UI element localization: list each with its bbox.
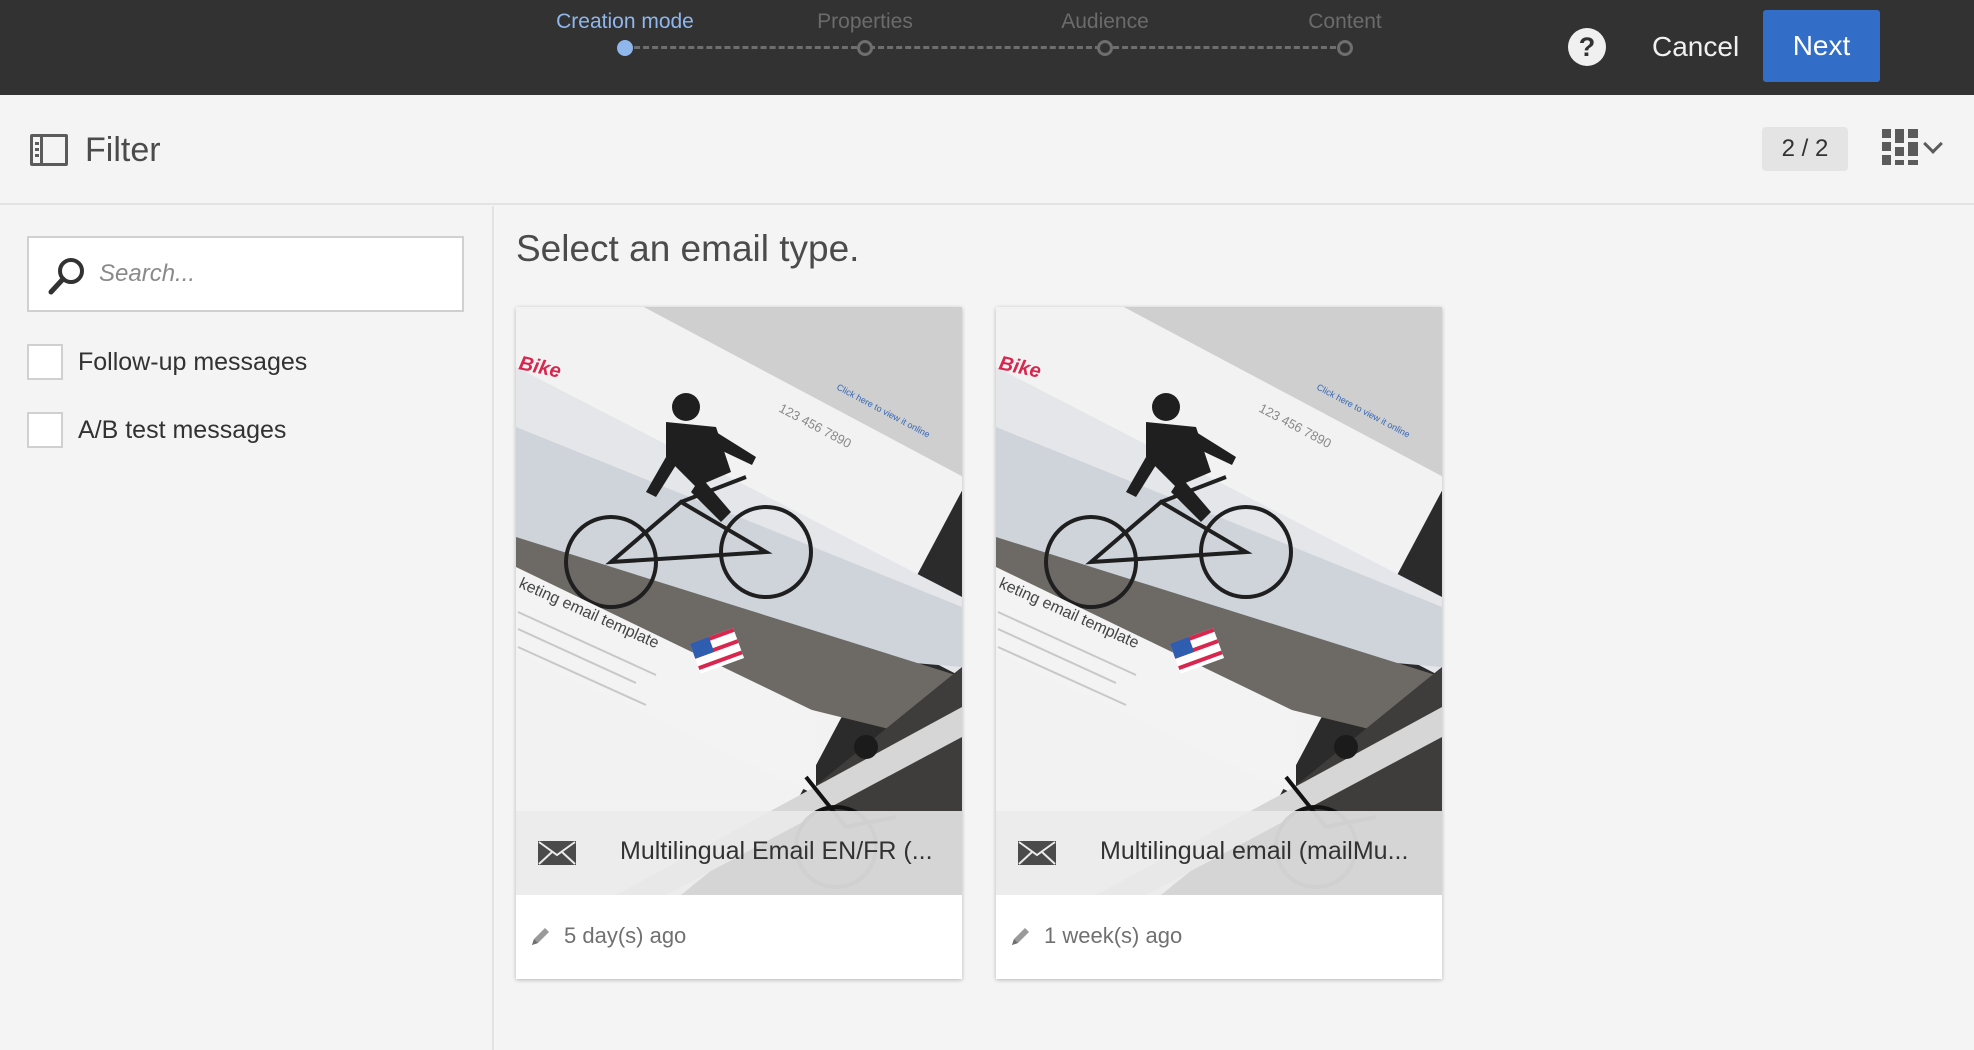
main-content: Select an email type. Bike 123 456 7890 …	[496, 206, 1974, 1050]
wizard-stepper: Creation mode Properties Audience Conten…	[550, 0, 1410, 95]
page-title: Select an email type.	[516, 228, 860, 269]
filter-panel-icon	[30, 134, 68, 166]
template-name: Multilingual Email EN/FR (...	[620, 837, 933, 865]
step-properties[interactable]: Properties	[790, 0, 940, 95]
ab-test-messages-filter[interactable]: A/B test messages	[27, 412, 286, 448]
step-audience[interactable]: Audience	[1030, 0, 1180, 95]
template-thumbnail: Bike 123 456 7890 Click here to view it …	[996, 307, 1442, 895]
card-footer: 5 day(s) ago	[516, 895, 962, 979]
step-label: Creation mode	[556, 10, 694, 33]
help-icon[interactable]: ?	[1568, 28, 1606, 66]
email-template-card[interactable]: Bike 123 456 7890 Click here to view it …	[996, 307, 1442, 979]
email-template-card[interactable]: Bike 123 456 7890 Click here to view it …	[516, 307, 962, 979]
top-bar: Creation mode Properties Audience Conten…	[0, 0, 1974, 95]
step-creation-mode[interactable]: Creation mode	[550, 0, 700, 95]
cancel-button[interactable]: Cancel	[1640, 18, 1751, 76]
envelope-icon	[538, 841, 576, 865]
pencil-icon	[532, 928, 549, 945]
envelope-icon	[1018, 841, 1056, 865]
search-icon	[48, 258, 84, 295]
stepper-track	[625, 46, 1345, 49]
modified-date: 1 week(s) ago	[1044, 923, 1183, 948]
filter-label: Filter	[85, 130, 161, 169]
chevron-down-icon	[1923, 134, 1943, 154]
card-footer: 1 week(s) ago	[996, 895, 1442, 979]
step-indicator-dot	[1337, 40, 1353, 56]
step-indicator-dot	[857, 40, 873, 56]
grid-view-icon	[1882, 129, 1918, 165]
step-label: Content	[1308, 10, 1382, 33]
checkbox[interactable]	[27, 412, 63, 448]
filter-toggle-button[interactable]: Filter	[30, 125, 161, 175]
step-label: Audience	[1061, 10, 1149, 33]
view-switcher-dropdown[interactable]	[1882, 129, 1948, 169]
template-name: Multilingual email (mailMu...	[1100, 837, 1409, 865]
filter-sidebar: Follow-up messages A/B test messages	[0, 206, 494, 1050]
search-field	[27, 236, 464, 312]
card-caption-bar: Multilingual email (mailMu...	[996, 811, 1442, 895]
card-caption-bar: Multilingual Email EN/FR (...	[516, 811, 962, 895]
filter-option-label: Follow-up messages	[78, 347, 308, 376]
step-indicator-dot	[1097, 40, 1113, 56]
toolbar: Filter 2 / 2	[0, 95, 1974, 205]
search-input[interactable]	[99, 238, 459, 310]
checkbox[interactable]	[27, 344, 63, 380]
follow-up-messages-filter[interactable]: Follow-up messages	[27, 344, 307, 380]
result-count-badge: 2 / 2	[1762, 127, 1848, 171]
step-indicator-dot	[617, 40, 633, 56]
step-label: Properties	[817, 10, 913, 33]
filter-option-label: A/B test messages	[78, 415, 287, 444]
pencil-icon	[1012, 928, 1029, 945]
modified-date: 5 day(s) ago	[564, 923, 687, 948]
template-thumbnail: Bike 123 456 7890 Click here to view it …	[516, 307, 962, 895]
step-content[interactable]: Content	[1270, 0, 1420, 95]
next-button[interactable]: Next	[1763, 10, 1880, 82]
